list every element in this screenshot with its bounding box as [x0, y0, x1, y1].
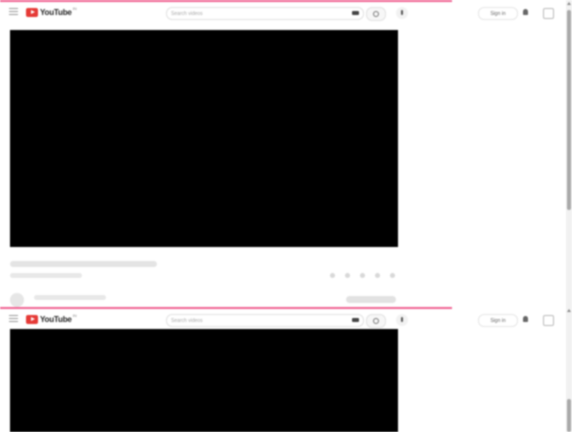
- search-icon: [373, 318, 379, 324]
- country-code: IN: [72, 313, 77, 318]
- sign-in-label: Sign in: [490, 317, 506, 324]
- channel-avatar[interactable]: [10, 293, 24, 307]
- scroll-up-icon[interactable]: [567, 2, 571, 5]
- bell-icon[interactable]: [522, 8, 530, 17]
- youtube-play-icon: [26, 315, 38, 324]
- share-icon[interactable]: [360, 273, 365, 278]
- search-button[interactable]: [366, 7, 386, 21]
- search-input[interactable]: [171, 9, 321, 18]
- sign-in-button[interactable]: Sign in: [478, 7, 518, 20]
- scroll-up-icon[interactable]: [567, 309, 571, 312]
- sign-in-label: Sign in: [490, 10, 506, 17]
- keyboard-icon[interactable]: [352, 318, 359, 322]
- voice-search-button[interactable]: [396, 7, 408, 19]
- page-capture-2: YouTube IN Sign in: [0, 307, 572, 432]
- search-input[interactable]: [171, 316, 321, 325]
- youtube-logo[interactable]: YouTube IN: [26, 6, 77, 18]
- voice-search-button[interactable]: [396, 314, 408, 326]
- like-icon[interactable]: [330, 273, 335, 278]
- masthead: YouTube IN Sign in: [0, 2, 565, 22]
- scroll-thumb[interactable]: [567, 399, 571, 432]
- dislike-icon[interactable]: [345, 273, 350, 278]
- more-icon[interactable]: [543, 8, 554, 19]
- youtube-play-icon: [26, 8, 38, 17]
- scrollbar[interactable]: [566, 307, 572, 432]
- bell-icon[interactable]: [522, 315, 530, 324]
- logo-text: YouTube: [40, 315, 72, 324]
- search-icon: [373, 11, 379, 17]
- video-player[interactable]: [10, 329, 398, 432]
- scrollbar[interactable]: [566, 0, 572, 307]
- country-code: IN: [72, 6, 77, 11]
- mic-icon: [401, 10, 403, 15]
- keyboard-icon[interactable]: [352, 11, 359, 15]
- video-actions: [330, 273, 395, 278]
- more-actions-icon[interactable]: [390, 273, 395, 278]
- logo-text: YouTube: [40, 8, 72, 17]
- menu-icon[interactable]: [9, 8, 18, 16]
- video-title-placeholder: [10, 261, 157, 267]
- sign-in-button[interactable]: Sign in: [478, 314, 518, 327]
- mic-icon: [401, 317, 403, 322]
- more-icon[interactable]: [543, 315, 554, 326]
- scroll-thumb[interactable]: [567, 10, 571, 210]
- subscribe-button-placeholder[interactable]: [346, 296, 396, 303]
- video-player[interactable]: [10, 30, 398, 247]
- save-icon[interactable]: [375, 273, 380, 278]
- menu-icon[interactable]: [9, 315, 18, 323]
- video-meta-placeholder: [10, 273, 82, 278]
- search-box[interactable]: [166, 7, 364, 20]
- search-button[interactable]: [366, 314, 386, 328]
- search-box[interactable]: [166, 314, 364, 327]
- youtube-logo[interactable]: YouTube IN: [26, 313, 77, 325]
- masthead: YouTube IN Sign in: [0, 309, 565, 329]
- channel-name-placeholder: [34, 295, 106, 300]
- page-capture-1: YouTube IN Sign in: [0, 0, 572, 307]
